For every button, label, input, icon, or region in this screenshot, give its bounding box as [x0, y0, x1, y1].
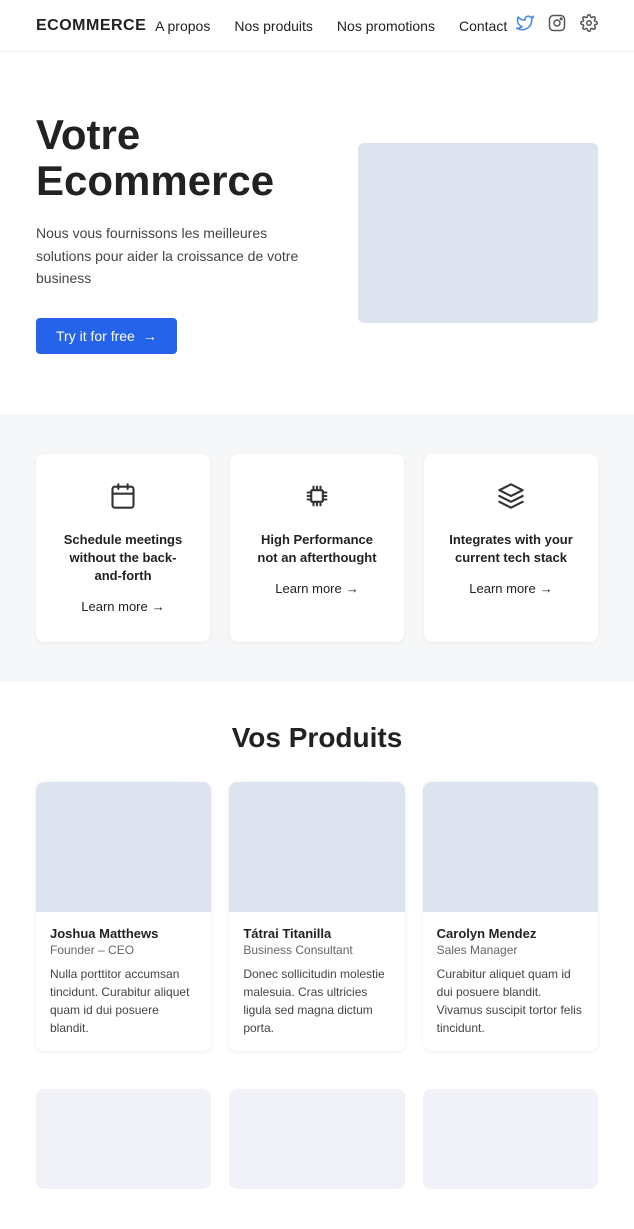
nav-links: A propos Nos produits Nos promotions Con… — [155, 18, 507, 34]
feature-card-integrates: Integrates with your current tech stack … — [424, 454, 598, 643]
product-name-joshua: Joshua Matthews — [50, 926, 197, 941]
feature-title-integrates: Integrates with your current tech stack — [446, 531, 576, 567]
feature-link-performance[interactable]: Learn more → — [275, 581, 358, 596]
product-card-tatrai: Tátrai Titanilla Business Consultant Don… — [229, 782, 404, 1051]
calendar-icon — [109, 482, 137, 517]
cpu-icon — [303, 482, 331, 517]
features-section: Schedule meetings without the back-and-f… — [0, 414, 634, 683]
feature-title-performance: High Performance not an afterthought — [252, 531, 382, 567]
nav-social-icons — [516, 14, 598, 37]
product-desc-carolyn: Curabitur aliquet quam id dui posuere bl… — [437, 965, 584, 1037]
hero-subtitle: Nous vous fournissons les meilleures sol… — [36, 222, 326, 289]
nav-nos-produits[interactable]: Nos produits — [234, 18, 313, 34]
product-card-carolyn: Carolyn Mendez Sales Manager Curabitur a… — [423, 782, 598, 1051]
settings-icon[interactable] — [580, 14, 598, 37]
hero-section: Votre Ecommerce Nous vous fournissons le… — [0, 52, 634, 414]
product-role-tatrai: Business Consultant — [243, 943, 390, 957]
instagram-icon[interactable] — [548, 14, 566, 37]
feature-title-schedule: Schedule meetings without the back-and-f… — [58, 531, 188, 586]
product-desc-joshua: Nulla porttitor accumsan tincidunt. Cura… — [50, 965, 197, 1037]
bottom-card-1 — [36, 1089, 211, 1189]
bottom-card-2 — [229, 1089, 404, 1189]
product-card-joshua: Joshua Matthews Founder – CEO Nulla port… — [36, 782, 211, 1051]
feature-card-performance: High Performance not an afterthought Lea… — [230, 454, 404, 643]
feature-card-schedule: Schedule meetings without the back-and-f… — [36, 454, 210, 643]
hero-text-block: Votre Ecommerce Nous vous fournissons le… — [36, 112, 326, 354]
feature-link-integrates[interactable]: Learn more → — [469, 581, 552, 596]
nav-contact[interactable]: Contact — [459, 18, 507, 34]
product-role-joshua: Founder – CEO — [50, 943, 197, 957]
hero-cta-button[interactable]: Try it for free → — [36, 318, 177, 354]
product-image-joshua — [36, 782, 211, 912]
bottom-grid — [36, 1089, 598, 1189]
product-desc-tatrai: Donec sollicitudin molestie malesuia. Cr… — [243, 965, 390, 1037]
site-logo: ECOMMERCE — [36, 17, 146, 35]
products-title: Vos Produits — [36, 722, 598, 754]
hero-title: Votre Ecommerce — [36, 112, 326, 204]
products-grid: Joshua Matthews Founder – CEO Nulla port… — [36, 782, 598, 1051]
product-name-tatrai: Tátrai Titanilla — [243, 926, 390, 941]
nav-a-propos[interactable]: A propos — [155, 18, 210, 34]
nav-nos-promotions[interactable]: Nos promotions — [337, 18, 435, 34]
product-name-carolyn: Carolyn Mendez — [437, 926, 584, 941]
products-section: Vos Produits Joshua Matthews Founder – C… — [0, 682, 634, 1071]
navbar: ECOMMERCE A propos Nos produits Nos prom… — [0, 0, 634, 52]
product-role-carolyn: Sales Manager — [437, 943, 584, 957]
bottom-card-3 — [423, 1089, 598, 1189]
layers-icon — [497, 482, 525, 517]
feature-link-schedule[interactable]: Learn more → — [81, 599, 164, 614]
twitter-icon[interactable] — [516, 14, 534, 37]
product-image-tatrai — [229, 782, 404, 912]
product-image-carolyn — [423, 782, 598, 912]
bottom-row — [0, 1089, 634, 1229]
hero-image-placeholder — [358, 143, 598, 323]
